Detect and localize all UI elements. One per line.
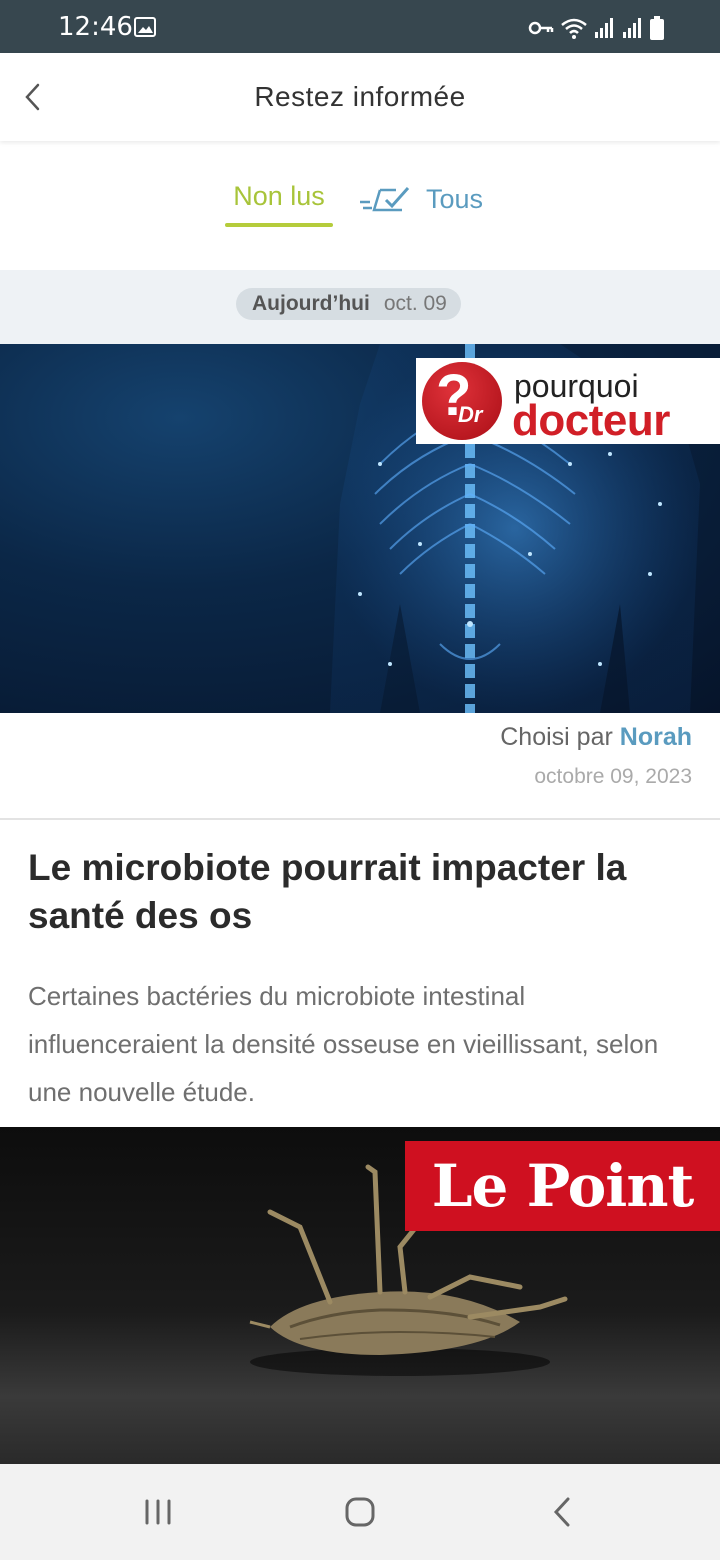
date-short: oct. 09 [383, 292, 447, 315]
article-meta: Choisi par Norah octobre 09, 2023 [0, 713, 720, 820]
home-icon [345, 1497, 375, 1527]
nav-back-button[interactable] [540, 1492, 584, 1532]
back-icon [553, 1497, 570, 1527]
active-tab-indicator [225, 223, 333, 227]
article-title[interactable]: Le microbiote pourrait impacter la santé… [28, 844, 688, 940]
date-today-label: Aujourd’hui [252, 292, 370, 315]
battery-icon [650, 16, 664, 40]
home-button[interactable] [338, 1492, 382, 1532]
article-summary[interactable]: Certaines bactéries du microbiote intest… [28, 972, 698, 1116]
signal-icon [623, 18, 641, 38]
article-date: octobre 09, 2023 [534, 765, 692, 788]
status-icons [528, 15, 664, 41]
date-pill: Aujourd’hui oct. 09 [236, 288, 461, 320]
tab-bar: Non lus Tous [0, 141, 720, 270]
wifi-icon [561, 18, 587, 39]
pourquoi-docteur-badge: ? Dr [422, 362, 502, 440]
source-logo-pourquoi-docteur: ? Dr pourquoi docteur [416, 358, 720, 445]
recent-apps-icon [145, 1499, 171, 1525]
gallery-icon [134, 17, 156, 37]
chosen-by-prefix: Choisi par [500, 723, 613, 751]
system-nav-bar [0, 1464, 720, 1560]
page-title: Restez informée [254, 81, 466, 112]
tab-all-label: Tous [426, 183, 484, 214]
vpn-key-icon [528, 21, 554, 35]
checklist-icon [360, 187, 410, 212]
signal-icon [595, 18, 613, 38]
chosen-by: Choisi par Norah [500, 723, 692, 752]
tab-unread[interactable]: Non lus [225, 181, 333, 227]
article-image[interactable]: Le Point [0, 1127, 720, 1464]
recent-apps-button[interactable] [136, 1492, 180, 1532]
tab-unread-label: Non lus [233, 181, 325, 211]
status-time: 12:46 [58, 12, 133, 42]
tab-all[interactable]: Tous [358, 179, 483, 219]
chosen-by-author[interactable]: Norah [620, 723, 692, 751]
article-image[interactable]: ? Dr pourquoi docteur [0, 344, 720, 713]
logo-word-docteur: docteur [512, 396, 670, 445]
source-logo-le-point: Le Point [405, 1141, 720, 1231]
app-header: Restez informée [0, 53, 720, 141]
status-bar: 12:46 [0, 0, 720, 53]
date-group-header: Aujourd’hui oct. 09 [0, 270, 720, 344]
